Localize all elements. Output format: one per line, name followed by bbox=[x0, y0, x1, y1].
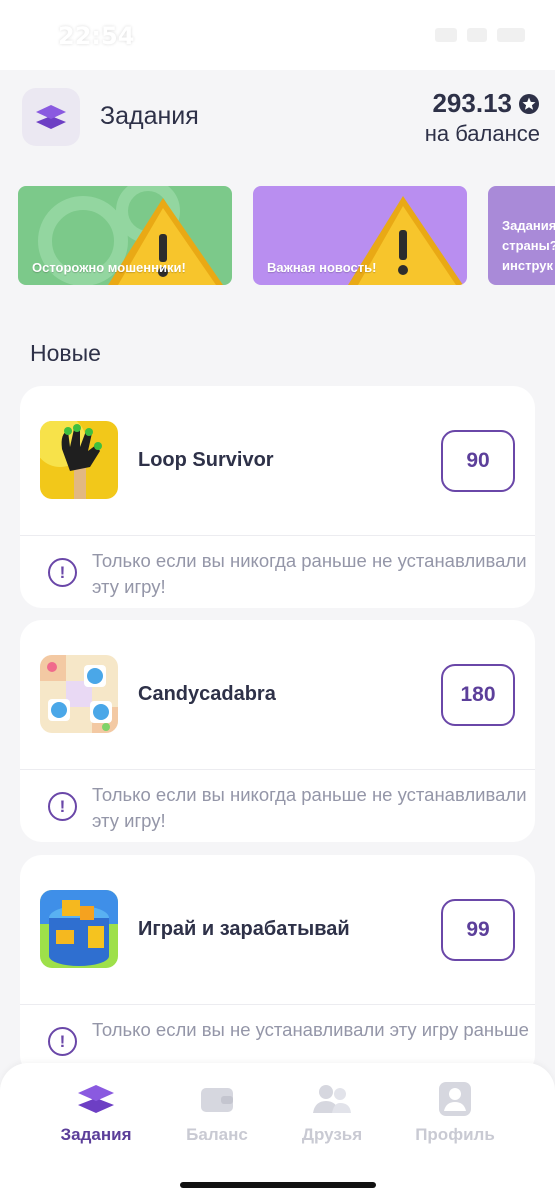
status-icons bbox=[435, 28, 525, 42]
task-card[interactable]: Играй и зарабатывай 99 ! Только если вы … bbox=[20, 855, 535, 1077]
bottom-nav: Задания Баланс Друзья Профиль bbox=[0, 1063, 555, 1200]
game-icon-loop-survivor bbox=[40, 421, 118, 499]
banner-carousel[interactable]: Осторожно мошенники! Важная новость! Зад… bbox=[18, 186, 555, 286]
banner-label: Осторожно мошенники! bbox=[32, 260, 186, 275]
task-title: Loop Survivor bbox=[138, 449, 274, 471]
banner-instructions[interactable]: Задания страны? инструк bbox=[488, 186, 555, 285]
task-note: Только если вы никогда раньше не устанав… bbox=[92, 784, 527, 831]
warning-icon: ! bbox=[48, 1027, 77, 1056]
task-title: Candycadabra bbox=[138, 683, 276, 705]
header: Задания 293.13 на балансе bbox=[22, 88, 540, 148]
app-logo bbox=[22, 88, 80, 146]
section-title: Новые bbox=[30, 340, 101, 366]
nav-label: Задания bbox=[60, 1125, 132, 1144]
divider bbox=[20, 535, 535, 536]
nav-item-profile[interactable]: Профиль bbox=[395, 1081, 515, 1145]
wifi-icon bbox=[467, 28, 487, 42]
task-note: Только если вы никогда раньше не устанав… bbox=[92, 550, 527, 597]
layers-icon bbox=[76, 1081, 116, 1117]
balance-caption: на балансе bbox=[424, 121, 540, 146]
banner-important-news[interactable]: Важная новость! bbox=[253, 186, 467, 285]
divider bbox=[20, 769, 535, 770]
nav-label: Баланс bbox=[186, 1125, 248, 1144]
nav-label: Профиль bbox=[415, 1125, 495, 1144]
layers-icon bbox=[36, 105, 66, 129]
nav-item-friends[interactable]: Друзья bbox=[272, 1081, 392, 1145]
banner-label: Важная новость! bbox=[267, 260, 377, 275]
battery-icon bbox=[497, 28, 525, 42]
profile-icon bbox=[435, 1081, 475, 1117]
banner-scam-warning[interactable]: Осторожно мошенники! bbox=[18, 186, 232, 285]
reward-button[interactable]: 180 bbox=[441, 664, 515, 726]
nav-label: Друзья bbox=[301, 1125, 363, 1144]
banner-label: Задания страны? инструк bbox=[502, 218, 555, 273]
task-note: Только если вы не устанавливали эту игру… bbox=[92, 1019, 529, 1040]
reward-button[interactable]: 99 bbox=[441, 899, 515, 961]
divider bbox=[20, 1004, 535, 1005]
signal-icon bbox=[435, 28, 457, 42]
nav-item-tasks[interactable]: Задания bbox=[36, 1081, 156, 1145]
task-title: Играй и зарабатывай bbox=[138, 918, 350, 940]
balance-value: 293.13 bbox=[432, 88, 540, 119]
nav-item-balance[interactable]: Баланс bbox=[157, 1081, 277, 1145]
reward-button[interactable]: 90 bbox=[441, 430, 515, 492]
warning-icon: ! bbox=[48, 792, 77, 821]
balance-amount: 293.13 bbox=[432, 88, 512, 118]
task-card[interactable]: Loop Survivor 90 ! Только если вы никогд… bbox=[20, 386, 535, 608]
status-bar: 22:54 bbox=[0, 0, 555, 70]
game-icon-candycadabra bbox=[40, 655, 118, 733]
warning-icon: ! bbox=[48, 558, 77, 587]
wallet-icon bbox=[197, 1081, 237, 1117]
home-indicator bbox=[180, 1182, 376, 1188]
game-icon-play-and-earn bbox=[40, 890, 118, 968]
task-card[interactable]: Candycadabra 180 ! Только если вы никогд… bbox=[20, 620, 535, 842]
page-title: Задания bbox=[100, 102, 199, 130]
status-time: 22:54 bbox=[58, 22, 135, 50]
star-coin-icon bbox=[519, 93, 539, 114]
friends-icon bbox=[312, 1081, 352, 1117]
